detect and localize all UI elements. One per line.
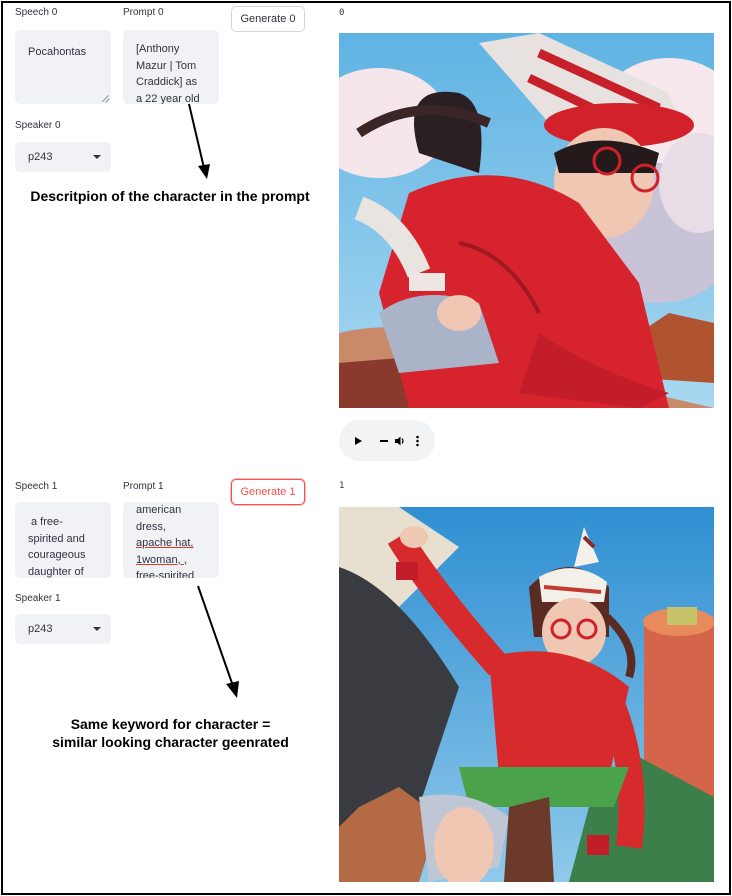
speaker-0-value: p243 bbox=[28, 151, 53, 163]
prompt-1-label: Prompt 1 bbox=[123, 481, 164, 492]
speech-1-label: Speech 1 bbox=[15, 481, 58, 492]
speech-1-line: spirited and bbox=[28, 532, 85, 545]
generated-image-0 bbox=[339, 33, 714, 408]
speech-0-label: Speech 0 bbox=[15, 7, 58, 18]
speaker-0-label: Speaker 0 bbox=[15, 120, 61, 131]
generate-1-button[interactable]: Generate 1 bbox=[231, 479, 305, 505]
prompt-0-line: Mazur | Tom bbox=[136, 59, 197, 72]
speech-1-line: daughter of bbox=[28, 565, 84, 578]
more-options-icon[interactable] bbox=[416, 435, 419, 447]
prompt-1-line: american bbox=[136, 504, 182, 516]
prompt-0-line: Craddick] as bbox=[136, 76, 198, 88]
speaker-0-select[interactable]: p243 bbox=[15, 142, 111, 172]
speech-1-line: courageous bbox=[28, 549, 86, 561]
audio-player[interactable] bbox=[339, 420, 435, 461]
annotation-same-keyword-line1: Same keyword for character = bbox=[70, 716, 271, 732]
prompt-1-line: apache hat, bbox=[136, 537, 194, 549]
speech-1-line: a free- bbox=[31, 516, 63, 528]
prompt-1-line: 1woman, , bbox=[136, 553, 187, 566]
generated-image-1 bbox=[339, 507, 714, 882]
annotation-same-keyword-line2: similar looking character geenrated bbox=[52, 734, 289, 750]
play-icon[interactable] bbox=[355, 436, 362, 445]
generate-0-button[interactable]: Generate 0 bbox=[231, 6, 305, 32]
prompt-0-line: [Anthony bbox=[136, 43, 180, 55]
speaker-1-value: p243 bbox=[28, 623, 53, 635]
annotation-arrow-1 bbox=[188, 103, 210, 179]
speech-0-value: Pocahontas bbox=[28, 46, 87, 58]
chevron-down-icon bbox=[93, 155, 101, 159]
prompt-1-line: free-spirited bbox=[136, 570, 195, 578]
speaker-1-select[interactable]: p243 bbox=[15, 614, 111, 644]
speech-1-input[interactable]: a free- spirited and courageous daughter… bbox=[15, 502, 111, 578]
annotation-prompt-description: Descritpion of the character in the prom… bbox=[30, 188, 310, 204]
volume-icon[interactable] bbox=[394, 435, 406, 447]
annotation-arrow-2 bbox=[197, 585, 239, 698]
prompt-0-label: Prompt 0 bbox=[123, 7, 164, 18]
speaker-1-label: Speaker 1 bbox=[15, 593, 61, 604]
prompt-0-input[interactable]: [Anthony Mazur | Tom Craddick] as a 22 y… bbox=[123, 30, 219, 104]
prompt-1-line: dress, bbox=[136, 520, 166, 533]
speech-0-input[interactable]: Pocahontas bbox=[15, 30, 111, 104]
progress-bar[interactable] bbox=[380, 439, 388, 442]
chevron-down-icon bbox=[93, 627, 101, 631]
resize-handle-icon[interactable] bbox=[102, 95, 109, 102]
prompt-1-input[interactable]: american dress, apache hat, 1woman, , fr… bbox=[123, 502, 219, 578]
image-0-caption: 0 bbox=[339, 8, 345, 18]
image-1-caption: 1 bbox=[339, 481, 345, 491]
